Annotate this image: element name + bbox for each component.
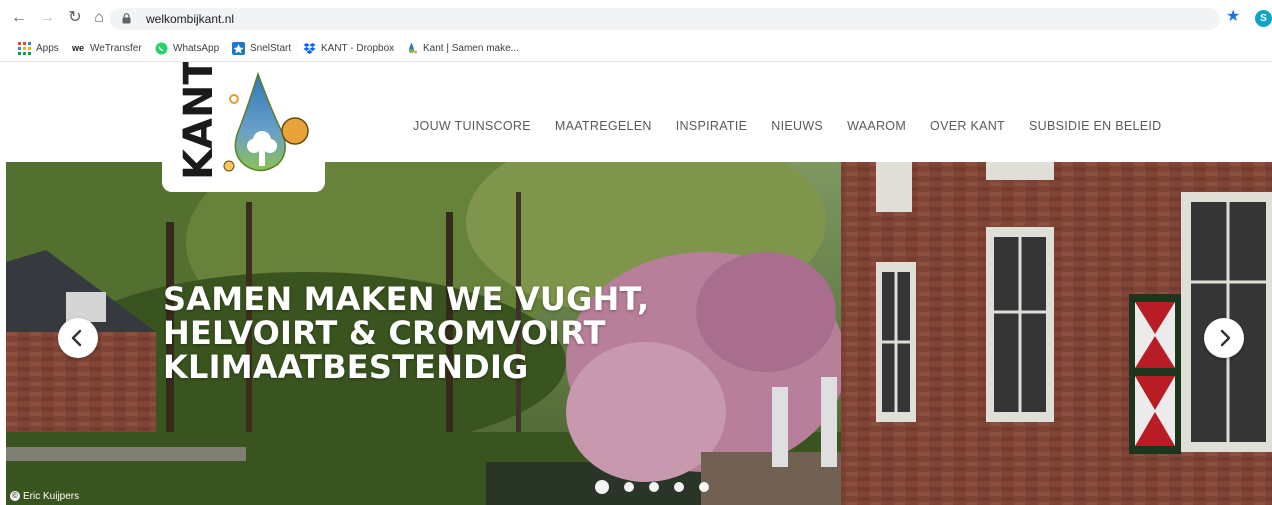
bookmark-kant-samen[interactable]: Kant | Samen make...: [405, 40, 519, 56]
hero-headline-line-1: SAMEN MAKEN WE VUGHT,: [163, 280, 650, 318]
slider-pagination: [595, 480, 724, 494]
hero-headline-line-2: HELVOIRT & CROMVOIRT: [163, 314, 606, 352]
photo-credit-name: Eric Kuijpers: [23, 490, 80, 502]
nav-maatregelen[interactable]: MAATREGELEN: [555, 118, 652, 134]
kant-logo-icon: KANT: [176, 57, 309, 180]
browser-toolbar: ← → ↻ ⌂ welkombijkant.nl ★ S: [0, 0, 1272, 34]
bookmark-label: SnelStart: [250, 42, 292, 54]
site-logo[interactable]: KANT: [162, 57, 325, 192]
nav-over-kant[interactable]: OVER KANT: [930, 118, 1005, 134]
forward-arrow-icon[interactable]: →: [38, 9, 56, 27]
address-bar[interactable]: welkombijkant.nl: [110, 8, 1220, 30]
hero-slider: SAMEN MAKEN WE VUGHT, HELVOIRT & CROMVOI…: [6, 162, 1272, 505]
bookmark-star-icon[interactable]: ★: [1226, 8, 1240, 26]
copyright-icon: ©: [10, 491, 20, 501]
apps-grid-icon: [18, 41, 31, 55]
bookmarks-bar: Apps we WeTransfer WhatsApp SnelStart KA…: [0, 34, 1272, 62]
chevron-right-icon: [1220, 329, 1231, 347]
back-arrow-icon[interactable]: ←: [10, 9, 28, 27]
url-text: welkombijkant.nl: [146, 12, 235, 26]
profile-avatar[interactable]: S: [1255, 10, 1272, 27]
kant-favicon-icon: [405, 42, 418, 55]
bookmark-kant-dropbox[interactable]: KANT - Dropbox: [303, 40, 394, 56]
slider-dot-5[interactable]: [699, 482, 709, 492]
wetransfer-icon: we: [72, 42, 85, 53]
slider-dot-4[interactable]: [674, 482, 684, 492]
whatsapp-icon: [155, 42, 168, 55]
slider-dot-3[interactable]: [649, 482, 659, 492]
photo-credit: © Eric Kuijpers: [10, 489, 79, 503]
nav-subsidie-en-beleid[interactable]: SUBSIDIE EN BELEID: [1029, 118, 1162, 134]
chevron-left-icon: [71, 329, 82, 347]
slider-next-button[interactable]: [1204, 318, 1244, 358]
bookmark-apps[interactable]: Apps: [18, 40, 59, 56]
slider-dot-1[interactable]: [595, 480, 609, 494]
bookmark-label: Kant | Samen make...: [423, 42, 519, 54]
hero-headline: SAMEN MAKEN WE VUGHT, HELVOIRT & CROMVOI…: [163, 282, 649, 384]
browser-chrome: ← → ↻ ⌂ welkombijkant.nl ★ S Apps we WeT…: [0, 0, 1272, 62]
bookmark-label: WeTransfer: [90, 42, 142, 54]
hero-headline-line-3: KLIMAATBESTENDIG: [163, 348, 529, 386]
bookmark-wetransfer[interactable]: we WeTransfer: [72, 40, 142, 56]
logo-wordmark: KANT: [176, 62, 222, 180]
snelstart-icon: [232, 41, 245, 55]
lock-icon: [122, 13, 131, 24]
main-nav: JOUW TUINSCORE MAATREGELEN INSPIRATIE NI…: [413, 118, 1162, 134]
slider-prev-button[interactable]: [58, 318, 98, 358]
bookmark-label: KANT - Dropbox: [321, 42, 395, 54]
nav-waarom[interactable]: WAAROM: [847, 118, 906, 134]
bookmark-snelstart[interactable]: SnelStart: [232, 40, 291, 56]
nav-nieuws[interactable]: NIEUWS: [771, 118, 823, 134]
slider-dot-2[interactable]: [624, 482, 634, 492]
bookmark-label: Apps: [36, 42, 59, 54]
nav-inspiratie[interactable]: INSPIRATIE: [676, 118, 748, 134]
reload-icon[interactable]: ↻: [66, 9, 84, 27]
nav-jouw-tuinscore[interactable]: JOUW TUINSCORE: [413, 118, 531, 134]
dropbox-icon: [303, 42, 316, 55]
bookmark-label: WhatsApp: [173, 42, 220, 54]
home-icon[interactable]: ⌂: [90, 9, 108, 27]
bookmark-whatsapp[interactable]: WhatsApp: [155, 40, 219, 56]
